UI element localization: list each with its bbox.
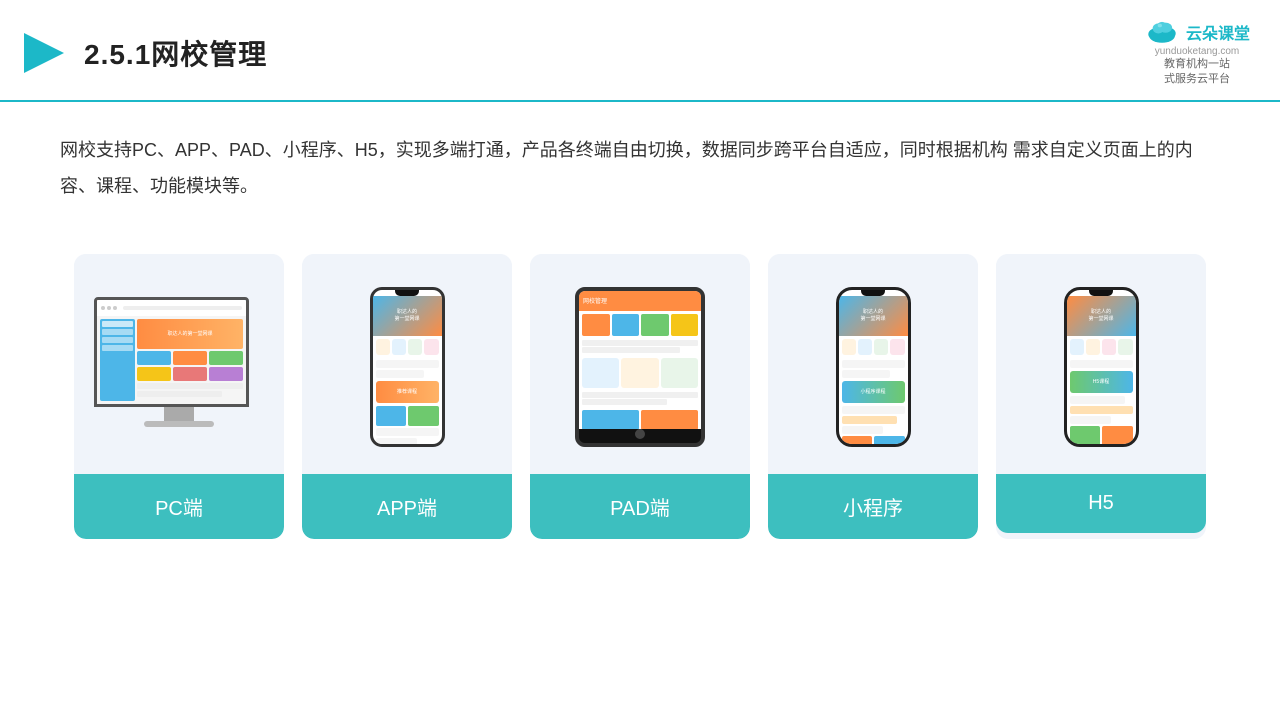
label-h5: H5	[996, 474, 1206, 533]
phone-h5-mockup: 职达人的第一堂网课 H5课程	[1064, 287, 1139, 447]
miniapp-image-area: 职达人的第一堂网课 小程序课程	[768, 254, 978, 474]
card-miniapp: 职达人的第一堂网课 小程序课程	[768, 254, 978, 539]
pc-monitor: 职达人的第一堂网课	[94, 297, 264, 437]
card-pc: 职达人的第一堂网课	[74, 254, 284, 539]
logo-area: 云朵课堂 yunduoketang.com 教育机构一站式服务云平台	[1144, 18, 1250, 88]
h5-image-area: 职达人的第一堂网课 H5课程	[996, 254, 1206, 474]
logo-domain: yunduoketang.com	[1155, 46, 1240, 57]
logo-cloud: 云朵课堂	[1144, 18, 1250, 46]
monitor-screen: 职达人的第一堂网课	[94, 297, 249, 407]
logo-name: 云朵课堂	[1186, 20, 1250, 44]
page-title: 2.5.1网校管理	[84, 33, 267, 73]
cards-container: 职达人的第一堂网课	[0, 234, 1280, 559]
page-header: 2.5.1网校管理 云朵课堂 yunduoketang.com 教育机构一站式服…	[0, 0, 1280, 102]
card-h5: 职达人的第一堂网课 H5课程	[996, 254, 1206, 539]
tablet-mockup: 网校管理	[575, 287, 705, 447]
phone-miniapp-mockup: 职达人的第一堂网课 小程序课程	[836, 287, 911, 447]
label-pad: PAD端	[530, 474, 750, 539]
card-pad: 网校管理	[530, 254, 750, 539]
header-left: 2.5.1网校管理	[20, 29, 267, 77]
pad-image-area: 网校管理	[530, 254, 750, 474]
play-icon	[20, 29, 68, 77]
label-miniapp: 小程序	[768, 474, 978, 539]
label-app: APP端	[302, 474, 512, 539]
phone-app-mockup: 职达人的第一堂网课 推荐课程	[370, 287, 445, 447]
card-app: 职达人的第一堂网课 推荐课程	[302, 254, 512, 539]
cloud-icon	[1144, 18, 1180, 46]
label-pc: PC端	[74, 474, 284, 539]
logo-tagline: 教育机构一站式服务云平台	[1164, 57, 1230, 88]
pc-image-area: 职达人的第一堂网课	[74, 254, 284, 474]
description-text: 网校支持PC、APP、PAD、小程序、H5，实现多端打通，产品各终端自由切换，数…	[0, 102, 1280, 224]
app-image-area: 职达人的第一堂网课 推荐课程	[302, 254, 512, 474]
